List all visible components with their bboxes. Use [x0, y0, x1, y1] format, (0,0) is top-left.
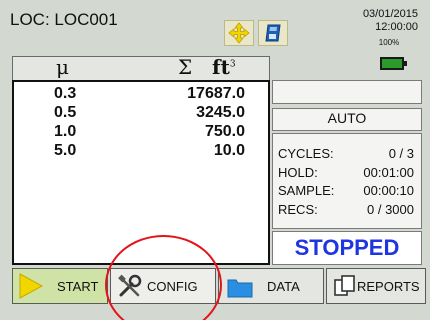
unit-superscript: 3 [229, 59, 236, 70]
stat-label: SAMPLE: [278, 183, 335, 198]
stat-value: 00:00:10 [363, 183, 414, 198]
particle-size: 1.0 [54, 123, 77, 140]
reports-button[interactable]: REPORTS [326, 268, 426, 304]
save-disk-icon [265, 24, 281, 42]
mode-text: AUTO [327, 110, 367, 126]
data-label: DATA [267, 279, 300, 294]
stat-value: 00:01:00 [363, 165, 414, 180]
reports-icon [334, 275, 355, 296]
start-button[interactable]: START [12, 268, 108, 304]
instrument-screen: LOC: LOC001 03/01/2015 12:00:00 100% μ Σ… [0, 0, 430, 320]
move-arrows-icon [228, 22, 250, 44]
location-label: LOC: LOC001 [10, 10, 118, 29]
data-button[interactable]: DATA [218, 268, 324, 304]
stat-value: 0 / 3000 [367, 202, 414, 217]
size-column-header: μ [56, 55, 69, 79]
cycles-stat: CYCLES: 0 / 3 [278, 146, 418, 162]
datetime: 03/01/2015 12:00:00 [363, 8, 418, 34]
particle-size: 0.5 [54, 104, 77, 121]
time-text: 12:00:00 [375, 21, 418, 33]
particle-data-panel: 0.3 17687.0 0.5 3245.0 1.0 750.0 5.0 10.… [12, 80, 270, 265]
table-row: 0.3 17687.0 [54, 85, 254, 104]
particle-size: 0.3 [54, 85, 77, 102]
save-button[interactable] [258, 20, 288, 46]
status-text: STOPPED [294, 235, 400, 260]
info-box-blank [272, 80, 422, 104]
reports-label: REPORTS [357, 279, 420, 294]
folder-icon [227, 279, 253, 298]
battery-tip [404, 61, 407, 66]
particle-count: 3245.0 [196, 104, 245, 121]
table-row: 5.0 10.0 [54, 142, 254, 161]
table-row: 0.5 3245.0 [54, 104, 254, 123]
particle-count: 10.0 [213, 142, 245, 159]
unit-column-header: ft3 [212, 55, 236, 79]
count-column-header: Σ [178, 55, 193, 79]
start-label: START [57, 279, 99, 294]
table-row: 1.0 750.0 [54, 123, 254, 142]
play-icon [19, 273, 44, 299]
particle-count: 17687.0 [187, 85, 245, 102]
move-button[interactable] [224, 20, 254, 46]
stat-label: HOLD: [278, 165, 318, 180]
particle-size: 5.0 [54, 142, 77, 159]
stat-label: RECS: [278, 202, 318, 217]
date-text: 03/01/2015 [362, 8, 418, 20]
stat-label: CYCLES: [278, 146, 334, 161]
sample-stat: SAMPLE: 00:00:10 [278, 183, 418, 199]
recs-stat: RECS: 0 / 3000 [278, 202, 418, 218]
unit-text: ft [212, 55, 230, 79]
hold-stat: HOLD: 00:01:00 [278, 165, 418, 181]
battery-percent: 100% [378, 38, 400, 47]
stat-value: 0 / 3 [388, 146, 414, 161]
battery-icon [380, 57, 404, 70]
particle-count: 750.0 [204, 123, 245, 140]
